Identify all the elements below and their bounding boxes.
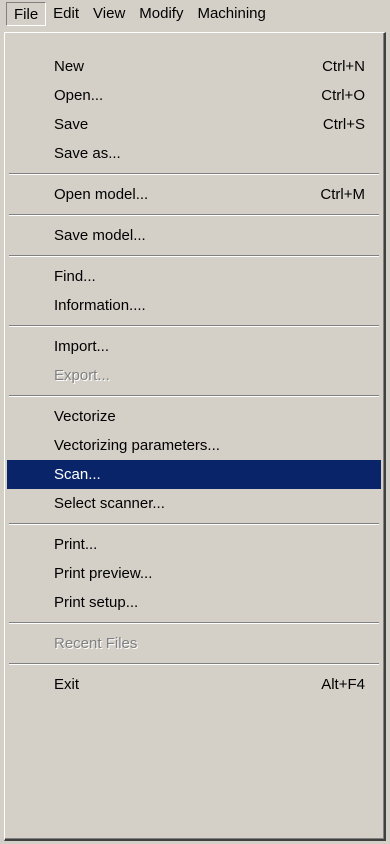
file-menu-list: New Ctrl+N Open... Ctrl+O Save Ctrl+S Sa… — [7, 52, 381, 699]
menu-separator — [7, 168, 381, 180]
menu-item-print[interactable]: Print... — [7, 530, 381, 559]
menu-item-select-scanner[interactable]: Select scanner... — [7, 489, 381, 518]
menu-item-label: Find... — [54, 268, 96, 285]
menu-item-import[interactable]: Import... — [7, 332, 381, 361]
menu-item-label: Select scanner... — [54, 495, 165, 512]
menu-item-print-setup[interactable]: Print setup... — [7, 588, 381, 617]
menu-item-open-model[interactable]: Open model... Ctrl+M — [7, 180, 381, 209]
menu-item-print-preview[interactable]: Print preview... — [7, 559, 381, 588]
menu-separator — [7, 390, 381, 402]
menu-item-label: Print preview... — [54, 565, 153, 582]
menu-item-save[interactable]: Save Ctrl+S — [7, 110, 381, 139]
menu-view-label: View — [93, 5, 126, 22]
menu-item-label: Print... — [54, 536, 98, 553]
menu-item-label: Open... — [54, 87, 104, 104]
menu-item-label: Print setup... — [54, 594, 139, 611]
menu-edit[interactable]: Edit — [46, 2, 86, 26]
menu-item-shortcut: Ctrl+S — [322, 116, 365, 133]
menu-separator — [7, 209, 381, 221]
menu-item-vectorize[interactable]: Vectorize — [7, 402, 381, 431]
menu-item-shortcut: Ctrl+M — [320, 186, 365, 203]
menu-item-label: Save model... — [54, 227, 146, 244]
menu-item-save-model[interactable]: Save model... — [7, 221, 381, 250]
menu-bar: File Edit View Modify Machining — [0, 0, 390, 28]
menu-separator — [7, 320, 381, 332]
menu-view[interactable]: View — [86, 2, 132, 26]
menu-item-new[interactable]: New Ctrl+N — [7, 52, 381, 81]
menu-separator — [7, 617, 381, 629]
menu-item-label: Save as... — [54, 145, 121, 162]
menu-modify[interactable]: Modify — [132, 2, 190, 26]
menu-machining-label: Machining — [197, 5, 266, 22]
menu-item-scan[interactable]: Scan... — [7, 460, 381, 489]
menu-machining[interactable]: Machining — [190, 2, 272, 26]
menu-item-label: Vectorizing parameters... — [54, 437, 220, 454]
menu-edit-label: Edit — [53, 5, 80, 22]
menu-item-label: Vectorize — [54, 408, 116, 425]
menu-item-save-as[interactable]: Save as... — [7, 139, 381, 168]
file-menu-dropdown: New Ctrl+N Open... Ctrl+O Save Ctrl+S Sa… — [4, 32, 386, 841]
menu-item-label: Save — [54, 116, 89, 133]
menu-item-exit[interactable]: Exit Alt+F4 — [7, 670, 381, 699]
menu-item-label: Recent Files — [54, 635, 138, 652]
menu-item-information[interactable]: Information.... — [7, 291, 381, 320]
menu-separator — [7, 658, 381, 670]
menu-item-vectorizing-parameters[interactable]: Vectorizing parameters... — [7, 431, 381, 460]
menu-item-label: Open model... — [54, 186, 149, 203]
menu-item-find[interactable]: Find... — [7, 262, 381, 291]
menu-file-label: File — [14, 6, 39, 23]
menu-item-shortcut: Ctrl+N — [322, 58, 365, 75]
menu-item-label: Scan... — [54, 466, 101, 483]
menu-item-recent-files: Recent Files — [7, 629, 381, 658]
menu-separator — [7, 518, 381, 530]
menu-item-shortcut: Alt+F4 — [321, 676, 365, 693]
menu-file[interactable]: File — [6, 2, 47, 26]
menu-item-open[interactable]: Open... Ctrl+O — [7, 81, 381, 110]
menu-item-label: Import... — [54, 338, 110, 355]
menu-item-label: Information.... — [54, 297, 146, 314]
menu-item-shortcut: Ctrl+O — [321, 87, 365, 104]
menu-modify-label: Modify — [139, 5, 184, 22]
menu-item-label: New — [54, 58, 85, 75]
menu-item-label: Exit — [54, 676, 80, 693]
menu-separator — [7, 250, 381, 262]
menu-item-label: Export... — [54, 367, 110, 384]
menu-item-export: Export... — [7, 361, 381, 390]
